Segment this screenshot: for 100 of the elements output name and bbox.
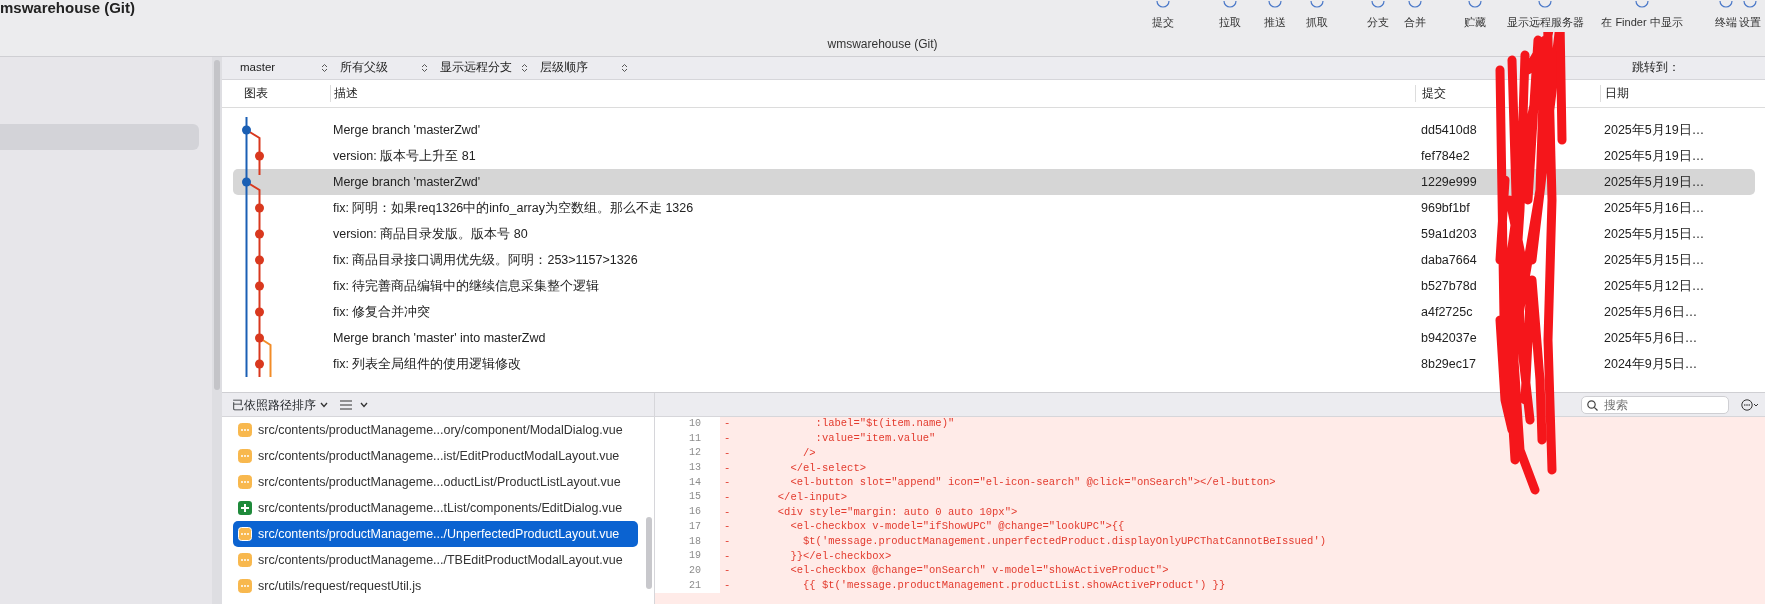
scrollbar-thumb[interactable] (214, 60, 220, 390)
column-header[interactable]: 描述 (330, 84, 1415, 103)
commit-date: 2025年5月19日… (1603, 147, 1706, 165)
toolbar-button[interactable]: 拉取 (1219, 0, 1241, 31)
line-number: 19 (655, 549, 720, 564)
commit-row[interactable]: Merge branch 'masterZwd' 1229e999 2025年5月19日… (233, 169, 1755, 195)
file-row[interactable]: src/contents/productManageme...ory/component/ModalDialog.vue (233, 417, 638, 443)
toolbar-button[interactable]: 贮藏 (1464, 0, 1486, 31)
filter-dropdown[interactable]: 所有父级 (340, 58, 440, 78)
diff-marker: - (723, 504, 732, 520)
toolbar-button[interactable]: 提交 (1152, 0, 1174, 31)
filter-dropdown[interactable]: 显示远程分支 (440, 58, 540, 78)
file-path: src/contents/productManageme...tList/components/EditDialog.vue (258, 499, 623, 517)
file-path: src/contents/productManageme...ory/component/ModalDialog.vue (258, 421, 623, 439)
commit-date: 2025年5月6日… (1603, 329, 1699, 347)
line-number: 12 (655, 446, 720, 462)
commit-row[interactable]: version: 版本号上升至 81 fef784e2 2025年5月19日… (233, 143, 1755, 169)
code-line: $t('message.productManagement.unperfectedProduct.displayOnlyUPCThatCannotBeIssued') (802, 533, 1326, 549)
toolbar-button[interactable]: 设置 (1739, 0, 1761, 31)
line-number: 13 (655, 461, 720, 476)
sort-dropdown[interactable]: 已依照路径排序 (232, 395, 328, 414)
code-line: <el-checkbox v-model="ifShowUPC" @change="lookUPC">{{ (789, 519, 1125, 535)
toolbar-button[interactable]: 在 Finder 中显示 (1601, 0, 1683, 31)
chevron-down-icon (360, 401, 368, 408)
file-row[interactable]: src/utils/request/requestUtil.js (233, 573, 638, 599)
commit-date: 2025年5月19日… (1603, 173, 1706, 191)
toolbar-button[interactable]: 合并 (1404, 0, 1426, 31)
more-options-button[interactable] (1741, 398, 1759, 411)
commit-row[interactable]: fix: 商品目录接口调用优先级。阿明：253>1157>1326 daba7664 2025年5月15日… (233, 247, 1755, 273)
updown-chevron-icon (521, 63, 528, 73)
column-header[interactable]: 图表 (222, 84, 330, 103)
scrollbar-thumb[interactable] (646, 517, 652, 589)
commit-row[interactable]: fix: 待完善商品编辑中的继续信息采集整个逻辑 b527b78d 2025年5月12日… (233, 273, 1755, 299)
list-icon (340, 399, 352, 410)
code-line: :value="item.value" (814, 431, 936, 447)
diff-marker: - (723, 563, 732, 579)
filter-dropdown[interactable]: 层级顺序 (540, 58, 640, 78)
commit-hash: fef784e2 (1420, 147, 1471, 165)
toolbar-button[interactable]: 显示远程服务器 (1506, 0, 1584, 31)
search-field[interactable]: 搜索 (1581, 395, 1729, 414)
commit-message: fix: 修复合并冲突 (332, 303, 432, 321)
commit-row[interactable]: fix: 阿明：如果req1326中的info_array为空数组。那么不走 1326 969bf1bf 2025年5月16日… (233, 195, 1755, 221)
commit-message: version: 商品目录发版。版本号 80 (332, 225, 529, 243)
code-line: </el-input> (776, 489, 848, 505)
commit-date: 2025年5月15日… (1603, 225, 1706, 243)
jump-label: 跳转到： (1632, 60, 1680, 76)
file-row[interactable]: src/contents/productManageme.../UnperfectedProductLayout.vue (233, 521, 638, 547)
diff-marker: - (723, 578, 732, 594)
view-options-button[interactable] (340, 399, 368, 410)
commit-date: 2025年5月12日… (1603, 277, 1706, 295)
commit-row[interactable]: version: 商品目录发版。版本号 80 59a1d203 2025年5月15日… (233, 221, 1755, 247)
diff-marker: - (723, 431, 732, 447)
filter-dropdown[interactable]: master (240, 58, 340, 78)
toolbar-button[interactable]: 分支 (1367, 0, 1389, 31)
diff-marker: - (723, 489, 732, 505)
ellipsis-circle-icon (1741, 398, 1759, 411)
commit-message: fix: 阿明：如果req1326中的info_array为空数组。那么不走 1326 (332, 199, 695, 217)
commit-hash: 59a1d203 (1420, 225, 1478, 243)
commit-row[interactable]: fix: 列表全局组件的使用逻辑修改 8b29ec17 2024年9月5日… (233, 351, 1755, 377)
toolbar-button[interactable]: 推送 (1264, 0, 1286, 31)
commit-message: Merge branch 'master' into masterZwd (332, 329, 547, 347)
commit-message: fix: 商品目录接口调用优先级。阿明：253>1157>1326 (332, 251, 639, 269)
commit-hash: a4f2725c (1420, 303, 1474, 321)
commit-row[interactable]: fix: 修复合并冲突 a4f2725c 2025年5月6日… (233, 299, 1755, 325)
diff-marker: - (723, 548, 732, 564)
toolbar-button[interactable]: 抓取 (1306, 0, 1328, 31)
commit-row[interactable]: Merge branch 'master' into masterZwd b942037e 2025年5月6日… (233, 325, 1755, 351)
window-title: mswarehouse (Git) (0, 0, 136, 18)
line-number: 15 (655, 490, 720, 506)
commit-hash: 1229e999 (1420, 173, 1478, 191)
code-line: /> (802, 445, 816, 461)
file-row[interactable]: src/contents/productManageme...ist/EditProductModalLayout.vue (233, 443, 638, 469)
commit-message: Merge branch 'masterZwd' (332, 121, 482, 139)
file-row[interactable]: src/contents/productManageme...tList/components/EditDialog.vue (233, 495, 638, 521)
column-header[interactable]: 提交 (1415, 84, 1487, 103)
commit-hash: 8b29ec17 (1420, 355, 1477, 373)
diff-marker: - (723, 445, 732, 461)
file-path: src/contents/productManageme.../UnperfectedProductLayout.vue (258, 525, 620, 543)
diff-marker: - (723, 460, 732, 476)
commit-message: fix: 列表全局组件的使用逻辑修改 (332, 355, 523, 373)
file-path: src/contents/productManageme...ist/EditProductModalLayout.vue (258, 447, 620, 465)
file-path: src/contents/productManageme...oductList/ProductListLayout.vue (258, 473, 621, 491)
commit-date: 2025年5月15日… (1603, 251, 1706, 269)
diff-marker: - (723, 475, 732, 491)
commit-hash: b942037e (1420, 329, 1478, 347)
code-line: :label="$t(item.name)" (814, 417, 955, 432)
file-row[interactable]: src/contents/productManageme.../TBEditProductModalLayout.vue (233, 547, 638, 573)
file-row[interactable]: src/contents/productManageme...oductList/ProductListLayout.vue (233, 469, 638, 495)
file-path: src/utils/request/requestUtil.js (258, 577, 422, 595)
commit-message: Merge branch 'masterZwd' (332, 173, 482, 191)
commit-date: 2025年5月16日… (1603, 199, 1706, 217)
file-path: src/contents/productManageme.../TBEditProductModalLayout.vue (258, 551, 623, 569)
commit-hash: b527b78d (1420, 277, 1478, 295)
commit-date: 2025年5月6日… (1603, 303, 1699, 321)
column-header[interactable]: 日期 (1600, 84, 1712, 103)
commit-message: version: 版本号上升至 81 (332, 147, 477, 165)
commit-hash: 969bf1bf (1420, 199, 1471, 217)
commit-row[interactable]: Merge branch 'masterZwd' dd5410d8 2025年5月19日… (233, 117, 1755, 143)
code-line: <el-checkbox @change="onSearch" v-model="showActiveProduct"> (789, 563, 1169, 579)
toolbar-button[interactable]: 终端 (1715, 0, 1737, 31)
